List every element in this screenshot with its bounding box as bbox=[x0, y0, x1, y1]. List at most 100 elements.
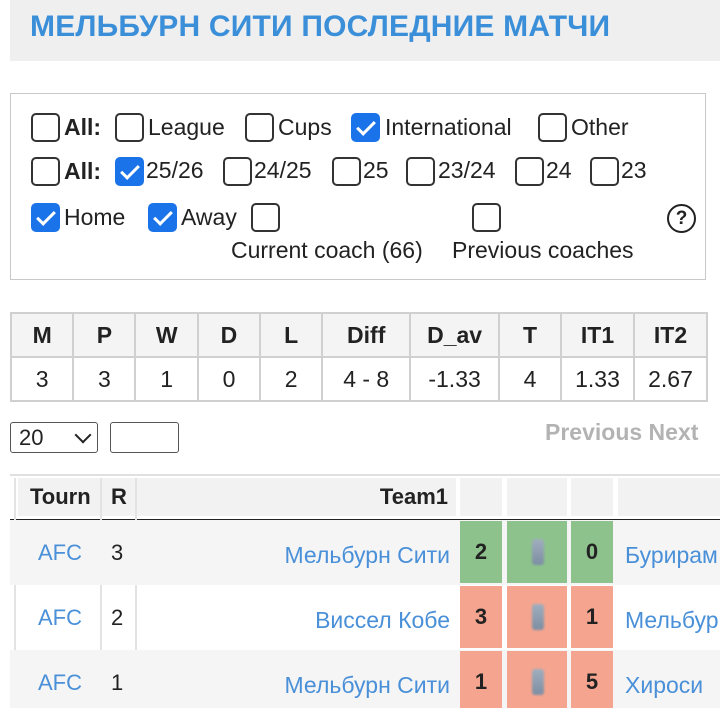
chevron-down-icon bbox=[74, 426, 92, 444]
table-row[interactable]: AFC 2 Виссел Кобе 3 1 Мельбурн bbox=[10, 585, 720, 650]
stats-value-cell: -1.33 bbox=[409, 356, 500, 402]
next-button[interactable]: Next bbox=[649, 419, 699, 445]
page-title: МЕЛЬБУРН СИТИ ПОСЛЕДНИЕ МАТЧИ bbox=[30, 10, 611, 43]
pagination: Previous Next bbox=[545, 419, 698, 446]
team2-header bbox=[618, 478, 720, 516]
season-24-25-checkbox[interactable] bbox=[223, 157, 252, 186]
tourn-link[interactable]: AFC bbox=[38, 670, 82, 696]
team1-link[interactable]: Виссел Кобе bbox=[315, 607, 450, 634]
current-coach-checkbox[interactable] bbox=[251, 203, 280, 232]
stats-header-cell: W bbox=[134, 312, 199, 358]
stats-value-cell: 0 bbox=[196, 356, 262, 402]
season-23-24-checkbox[interactable] bbox=[406, 157, 435, 186]
stats-header-cell: T bbox=[497, 312, 563, 358]
international-label: International bbox=[385, 114, 512, 140]
team1-link[interactable]: Мельбурн Сити bbox=[285, 672, 450, 699]
score2-cell: 0 bbox=[571, 521, 613, 583]
team2-link[interactable]: Хироси bbox=[625, 672, 703, 699]
page-size-select[interactable]: 20 bbox=[10, 422, 98, 453]
season-23-checkbox[interactable] bbox=[590, 157, 619, 186]
season-24-checkbox[interactable] bbox=[515, 157, 544, 186]
search-input[interactable] bbox=[110, 422, 179, 453]
help-icon[interactable]: ? bbox=[667, 204, 696, 233]
season-23-24-label: 23/24 bbox=[438, 157, 496, 183]
table-row[interactable]: AFC 3 Мельбурн Сити 2 0 Бурирам bbox=[10, 520, 720, 585]
tourn-link[interactable]: AFC bbox=[38, 540, 82, 566]
stats-header-cell: IT1 bbox=[560, 312, 635, 358]
table-row[interactable]: AFC 1 Мельбурн Сити 1 5 Хироси bbox=[10, 650, 720, 708]
away-label: Away bbox=[181, 204, 237, 230]
matches-header-row: Tourn R Team1 bbox=[10, 476, 720, 521]
stats-value-cell: 4 - 8 bbox=[321, 356, 412, 402]
stats-value-cell: 2 bbox=[259, 356, 324, 402]
international-checkbox[interactable] bbox=[351, 113, 380, 142]
stats-header-cell: D_av bbox=[409, 312, 500, 358]
season-25-26-checkbox[interactable] bbox=[115, 157, 144, 186]
team2-link[interactable]: Мельбурн bbox=[625, 607, 720, 634]
tourn-link[interactable]: AFC bbox=[38, 605, 82, 631]
team1-header[interactable]: Team1 bbox=[138, 478, 456, 516]
title-bar: МЕЛЬБУРН СИТИ ПОСЛЕДНИЕ МАТЧИ bbox=[10, 0, 720, 61]
type-all-checkbox[interactable] bbox=[31, 113, 60, 142]
home-label: Home bbox=[64, 204, 126, 230]
season-23-label: 23 bbox=[621, 157, 647, 183]
stats-value-cell: 1 bbox=[134, 356, 199, 402]
stats-value-row: 3 3 1 0 2 4 - 8 -1.33 4 1.33 2.67 bbox=[9, 356, 709, 402]
stats-value-cell: 1.33 bbox=[560, 356, 635, 402]
team1-link[interactable]: Мельбурн Сити bbox=[285, 542, 450, 569]
stats-value-cell: 2.67 bbox=[632, 356, 709, 402]
stats-header-cell: M bbox=[9, 312, 75, 358]
stats-value-cell: 3 bbox=[72, 356, 137, 402]
round-cell: 1 bbox=[111, 670, 124, 695]
score1-cell: 2 bbox=[460, 521, 502, 583]
flag-cell bbox=[507, 586, 567, 648]
team-flag-icon bbox=[532, 669, 544, 695]
score2-cell: 1 bbox=[571, 586, 613, 648]
league-label: League bbox=[148, 114, 225, 140]
season-all-checkbox[interactable] bbox=[31, 157, 60, 186]
cups-label: Cups bbox=[278, 114, 332, 140]
stats-value-cell: 3 bbox=[9, 356, 75, 402]
team-flag-icon bbox=[532, 539, 544, 565]
score1-cell: 1 bbox=[460, 651, 502, 708]
matches-table: Tourn R Team1 AFC 3 Мельбурн Сити 2 0 Бу… bbox=[10, 474, 720, 708]
filters-panel: All: League Cups International Other All… bbox=[10, 93, 706, 280]
current-coach-label: Current coach (66) bbox=[231, 237, 423, 263]
score1-cell: 3 bbox=[460, 586, 502, 648]
previous-coaches-label: Previous coaches bbox=[452, 237, 634, 263]
type-all-label: All: bbox=[64, 114, 102, 140]
round-cell: 3 bbox=[111, 540, 124, 565]
previous-coaches-checkbox[interactable] bbox=[472, 203, 501, 232]
page-size-value: 20 bbox=[19, 425, 44, 450]
flag-header bbox=[507, 478, 567, 516]
season-24-25-label: 24/25 bbox=[254, 157, 312, 183]
tourn-header[interactable]: Tourn bbox=[18, 478, 112, 516]
home-checkbox[interactable] bbox=[31, 203, 60, 232]
score2-header bbox=[571, 478, 613, 516]
league-checkbox[interactable] bbox=[115, 113, 144, 142]
team-flag-icon bbox=[532, 604, 544, 630]
cups-checkbox[interactable] bbox=[245, 113, 274, 142]
round-cell: 2 bbox=[111, 605, 124, 630]
stats-value-cell: 4 bbox=[497, 356, 563, 402]
previous-button[interactable]: Previous bbox=[545, 419, 642, 445]
score1-header bbox=[460, 478, 502, 516]
season-25-checkbox[interactable] bbox=[332, 157, 361, 186]
season-24-label: 24 bbox=[546, 157, 572, 183]
stats-header-cell: Diff bbox=[321, 312, 412, 358]
flag-cell bbox=[507, 521, 567, 583]
season-all-label: All: bbox=[64, 158, 102, 184]
score2-cell: 5 bbox=[571, 651, 613, 708]
other-label: Other bbox=[571, 114, 629, 140]
season-25-label: 25 bbox=[363, 157, 389, 183]
stats-header-cell: L bbox=[259, 312, 324, 358]
season-25-26-label: 25/26 bbox=[146, 157, 204, 183]
flag-cell bbox=[507, 651, 567, 708]
away-checkbox[interactable] bbox=[148, 203, 177, 232]
stats-header-row: M P W D L Diff D_av T IT1 IT2 bbox=[9, 312, 709, 358]
stats-header-cell: D bbox=[196, 312, 262, 358]
other-checkbox[interactable] bbox=[538, 113, 567, 142]
stats-header-cell: IT2 bbox=[632, 312, 709, 358]
team2-link[interactable]: Бурирам bbox=[625, 542, 718, 569]
stats-table: M P W D L Diff D_av T IT1 IT2 3 3 1 0 2 … bbox=[9, 312, 709, 402]
